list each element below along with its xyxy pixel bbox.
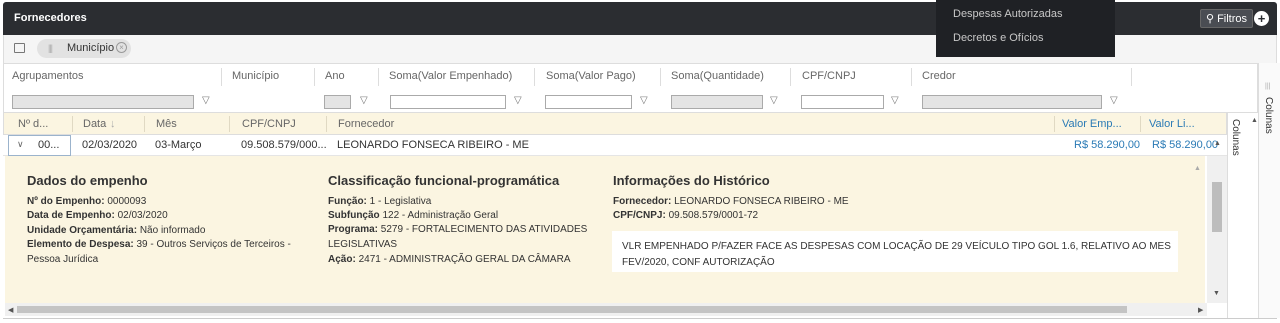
filtros-button[interactable]: ⚲ Filtros (1200, 9, 1254, 28)
filter-agrupamentos[interactable] (12, 95, 194, 109)
historico-title: Informações do Histórico (613, 173, 770, 188)
pivot-header-bar: Agrupamentos Município Ano Soma(Valor Em… (3, 63, 1258, 113)
dropdown-menu: Despesas Autorizadas Decretos e Ofícios (936, 0, 1115, 57)
pivot-header-cpf-cnpj[interactable]: CPF/CNPJ (802, 70, 856, 82)
filter-valor-empenhado[interactable] (390, 95, 506, 109)
pivot-header-credor[interactable]: Credor (922, 70, 956, 82)
horizontal-scroll-thumb[interactable] (17, 306, 1127, 313)
pivot-header-agrupamentos[interactable]: Agrupamentos (12, 70, 84, 82)
funnel-icon[interactable]: ▽ (640, 95, 650, 107)
filter-cpf-cnpj[interactable] (801, 95, 884, 109)
funnel-icon[interactable]: ▽ (891, 95, 901, 107)
filter-credor[interactable] (922, 95, 1102, 109)
menu-item-decretos-oficios[interactable]: Decretos e Ofícios (953, 32, 1043, 44)
drag-handle-icon[interactable]: ||| (48, 43, 53, 53)
pivot-header-valor-pago[interactable]: Soma(Valor Pago) (546, 70, 636, 82)
horizontal-scrollbar[interactable]: ◀ ▶ (5, 303, 1207, 316)
cell-data: 02/03/2020 (82, 139, 138, 151)
close-icon[interactable]: × (116, 42, 127, 53)
col-header-num[interactable]: Nº d... (18, 118, 48, 130)
filtros-label: Filtros (1217, 12, 1248, 25)
empenho-title: Dados do empenho (27, 173, 148, 188)
historico-texto: VLR EMPENHADO P/FAZER FACE AS DESPESAS C… (622, 241, 1171, 268)
pivot-header-ano[interactable]: Ano (325, 70, 345, 82)
historico-text-box: VLR EMPENHADO P/FAZER FACE AS DESPESAS C… (612, 231, 1178, 272)
funnel-icon[interactable]: ▽ (770, 95, 780, 107)
empenho-num: Nº do Empenho: 0000093 (27, 196, 147, 207)
empenho-elemento: Elemento de Despesa: 39 - Outros Serviço… (27, 239, 291, 250)
funnel-icon[interactable]: ▽ (202, 95, 212, 107)
pivot-header-valor-empenhado[interactable]: Soma(Valor Empenhado) (389, 70, 512, 82)
scroll-up-icon[interactable]: ▲ (1214, 140, 1221, 147)
cell-num: 00... (38, 139, 60, 151)
funnel-icon[interactable]: ▽ (514, 95, 524, 107)
grid-columns-side-tab[interactable]: Colunas ▲ (1227, 113, 1258, 318)
vertical-scroll-thumb[interactable] (1212, 182, 1222, 232)
sort-arrow-icon[interactable]: ↓ (110, 118, 116, 130)
classificacao-acao: Ação: 2471 - ADMINISTRAÇÃO GERAL DA CÂMA… (328, 254, 571, 265)
pivot-header-quantidade[interactable]: Soma(Quantidade) (671, 70, 764, 82)
cell-fornecedor: LEONARDO FONSECA RIBEIRO - ME (337, 139, 529, 151)
vertical-scrollbar[interactable]: ▼ (1207, 156, 1227, 303)
menu-item-despesas-autorizadas[interactable]: Despesas Autorizadas (953, 8, 1062, 20)
filter-valor-pago[interactable] (545, 95, 632, 109)
columns-side-panel[interactable]: ||| Colunas (1258, 63, 1280, 318)
chip-label: Município (67, 42, 115, 54)
page-title: Fornecedores (14, 12, 87, 24)
panel-toggle-icon[interactable] (14, 43, 25, 53)
search-icon: ⚲ (1206, 13, 1215, 25)
empenho-unidade: Unidade Orçamentária: Não informado (27, 225, 206, 236)
filter-quantidade[interactable] (671, 95, 763, 109)
scroll-left-icon[interactable]: ◀ (8, 306, 13, 314)
classificacao-funcao: Função: 1 - Legislativa (328, 196, 432, 207)
detail-panel: Dados do empenho Nº do Empenho: 0000093 … (5, 156, 1205, 303)
empenho-data: Data de Empenho: 02/03/2020 (27, 210, 168, 221)
add-icon[interactable]: + (1254, 11, 1269, 26)
classificacao-programa-cont: LEGISLATIVAS (328, 239, 398, 250)
scroll-down-icon[interactable]: ▼ (1213, 290, 1220, 297)
grip-icon: ||| (1265, 83, 1271, 90)
historico-cpf: CPF/CNPJ: 09.508.579/0001-72 (613, 210, 759, 221)
classificacao-programa: Programa: 5279 - FORTALECIMENTO DAS ATIV… (328, 224, 588, 235)
cell-mes: 03-Março (155, 139, 202, 151)
scroll-right-icon[interactable]: ▶ (1198, 306, 1203, 314)
historico-fornecedor: Fornecedor: LEONARDO FONSECA RIBEIRO - M… (613, 196, 849, 207)
col-header-fornecedor[interactable]: Fornecedor (338, 118, 394, 130)
chevron-down-icon[interactable]: ∨ (17, 139, 24, 150)
chip-municipio[interactable]: ||| Município × (37, 39, 131, 58)
funnel-icon[interactable]: ▽ (1110, 95, 1120, 107)
filter-ano[interactable] (324, 95, 351, 109)
col-header-mes[interactable]: Mês (156, 118, 177, 130)
cell-valor-emp: R$ 58.290,00 (1074, 139, 1141, 151)
table-row[interactable]: ∨ 00... 02/03/2020 03-Março 09.508.579/0… (3, 135, 1227, 156)
classificacao-title: Classificação funcional-programática (328, 173, 560, 188)
classificacao-subfuncao: Subfunção 122 - Administração Geral (328, 210, 499, 221)
cell-cpf: 09.508.579/000... (241, 139, 327, 151)
divider (3, 318, 1277, 319)
pivot-header-municipio[interactable]: Município (232, 70, 279, 82)
empenho-elemento-cont: Pessoa Jurídica (27, 254, 99, 265)
scroll-up-icon[interactable]: ▲ (1251, 117, 1258, 124)
cell-valor-li: R$ 58.290,00 (1152, 139, 1219, 151)
col-header-valor-li[interactable]: Valor Li... (1149, 118, 1195, 130)
grid-header: Nº d... Data ↓ Mês CPF/CNPJ Fornecedor V… (3, 113, 1227, 135)
col-header-data[interactable]: Data (83, 118, 106, 130)
colunas-tab-outer[interactable]: Colunas (1263, 97, 1274, 134)
inner-scroll-up-icon[interactable]: ▲ (1194, 165, 1201, 172)
colunas-tab-inner[interactable]: Colunas (1230, 119, 1241, 156)
col-header-valor-emp[interactable]: Valor Emp... (1062, 118, 1122, 130)
col-header-cpf[interactable]: CPF/CNPJ (242, 118, 296, 130)
funnel-icon[interactable]: ▽ (360, 95, 370, 107)
